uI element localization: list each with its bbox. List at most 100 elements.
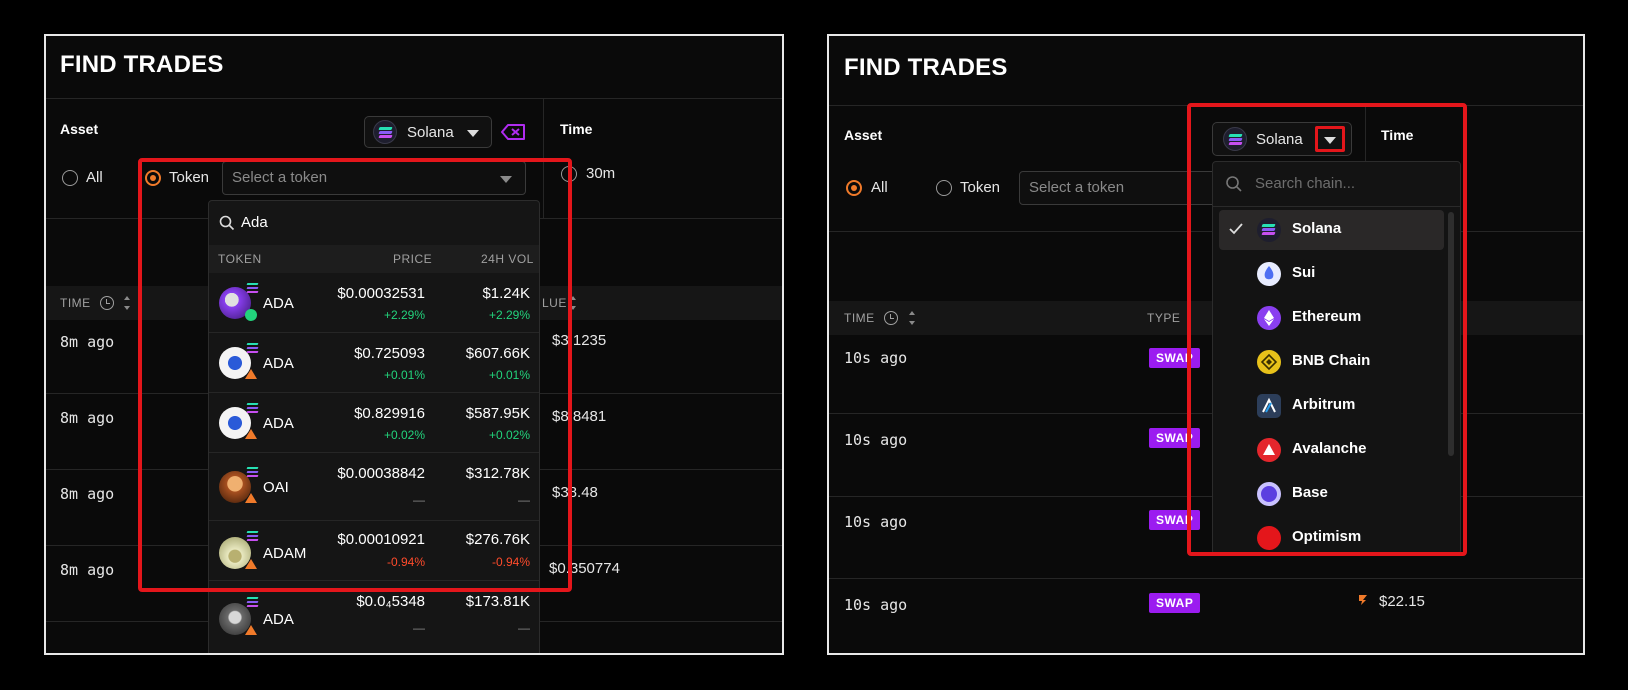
solana-mini-icon bbox=[246, 403, 259, 413]
page-title: FIND TRADES bbox=[844, 54, 1008, 81]
header-value: LUE bbox=[542, 296, 567, 310]
table-header: TIME TYPE bbox=[829, 301, 1583, 335]
arbitrum-icon bbox=[1257, 394, 1281, 418]
chain-select-label: Solana bbox=[1256, 131, 1303, 148]
warning-icon bbox=[245, 369, 257, 379]
divider bbox=[829, 413, 1583, 414]
flame-icon bbox=[1359, 595, 1367, 605]
chain-option-bnb[interactable]: BNB Chain bbox=[1219, 342, 1444, 382]
find-trades-panel-right: FIND TRADES Asset Solana Time All Token … bbox=[827, 34, 1585, 655]
token-row[interactable]: ADA $0.00032531 +2.29% $1.24K +2.29% bbox=[209, 273, 539, 333]
radio-all[interactable] bbox=[846, 180, 862, 196]
clear-icon[interactable] bbox=[501, 123, 527, 141]
find-trades-panel-left: FIND TRADES Asset Solana Time All Token … bbox=[44, 34, 784, 655]
token-name: ADA bbox=[263, 355, 294, 372]
chain-search-input[interactable]: Search chain... bbox=[1255, 175, 1355, 192]
time-label: Time bbox=[1381, 127, 1414, 143]
warning-icon bbox=[245, 493, 257, 503]
check-icon bbox=[1229, 223, 1243, 235]
header-time: TIME bbox=[844, 311, 875, 325]
token-search-input[interactable]: Ada bbox=[241, 214, 268, 231]
token-volume-change: — bbox=[518, 621, 530, 635]
token-row[interactable]: OAI $0.00038842 — $312.78K — bbox=[209, 453, 539, 521]
token-row[interactable]: ADAM $0.00010921 -0.94% $276.76K -0.94% bbox=[209, 521, 539, 581]
row-time: 10s ago bbox=[844, 431, 908, 449]
token-name: ADA bbox=[263, 415, 294, 432]
time-label: Time bbox=[560, 121, 593, 137]
chevron-down-icon[interactable] bbox=[1324, 137, 1336, 144]
token-select[interactable]: Select a token bbox=[222, 161, 526, 195]
token-row[interactable]: ADA $0.829916 +0.02% $587.95K +0.02% bbox=[209, 393, 539, 453]
chain-option-solana[interactable]: Solana bbox=[1219, 210, 1444, 250]
chain-select-button[interactable]: Solana bbox=[364, 116, 492, 148]
token-price: $0.00038842 bbox=[337, 465, 425, 482]
radio-token[interactable] bbox=[145, 170, 161, 186]
scrollbar[interactable] bbox=[1448, 212, 1454, 456]
solana-icon bbox=[373, 120, 397, 144]
token-name: OAI bbox=[263, 479, 289, 496]
row-time: 10s ago bbox=[844, 596, 908, 614]
page-title: FIND TRADES bbox=[60, 51, 224, 78]
chain-select-button[interactable]: Solana bbox=[1212, 122, 1352, 156]
solana-mini-icon bbox=[246, 531, 259, 541]
header-token: TOKEN bbox=[218, 252, 262, 266]
token-volume: $276.76K bbox=[465, 531, 530, 548]
token-name: ADA bbox=[263, 295, 294, 312]
token-select-placeholder: Select a token bbox=[1029, 179, 1125, 196]
divider bbox=[829, 231, 1583, 232]
chain-option-ethereum[interactable]: Ethereum bbox=[1219, 298, 1444, 338]
radio-token-label: Token bbox=[169, 169, 210, 186]
row-value: $22.15 bbox=[1379, 593, 1425, 610]
token-volume: $607.66K bbox=[465, 345, 530, 362]
solana-icon bbox=[1223, 127, 1247, 151]
solana-mini-icon bbox=[246, 467, 259, 477]
header-24h-vol: 24H VOL bbox=[481, 252, 534, 266]
token-price: $0.00010921 bbox=[337, 531, 425, 548]
token-select[interactable]: Select a token bbox=[1019, 171, 1219, 205]
token-price: $0.725093 bbox=[354, 345, 425, 362]
clock-icon bbox=[100, 296, 114, 310]
token-volume: $587.95K bbox=[465, 405, 530, 422]
chain-option-avalanche[interactable]: Avalanche bbox=[1219, 430, 1444, 470]
sort-icon[interactable] bbox=[570, 296, 576, 310]
token-price: $0.829916 bbox=[354, 405, 425, 422]
type-badge: SWAP bbox=[1149, 593, 1201, 613]
row-value: $8.8481 bbox=[552, 408, 607, 425]
chain-option-optimism[interactable]: Optimism bbox=[1219, 518, 1444, 554]
token-price-change: — bbox=[413, 621, 425, 635]
chain-option-sui[interactable]: Sui bbox=[1219, 254, 1444, 294]
warning-icon bbox=[245, 625, 257, 635]
solana-mini-icon bbox=[246, 597, 259, 607]
warning-icon bbox=[245, 559, 257, 569]
token-volume-change: +2.29% bbox=[488, 308, 530, 322]
token-price: $0.00032531 bbox=[337, 285, 425, 302]
row-time: 8m ago bbox=[60, 561, 115, 579]
radio-all-label: All bbox=[86, 169, 103, 186]
token-price-change: -0.94% bbox=[386, 555, 425, 569]
chain-dropdown: Search chain... Solana Sui Ethereum BNB … bbox=[1212, 161, 1461, 555]
chain-option-base[interactable]: Base bbox=[1219, 474, 1444, 514]
sort-icon[interactable] bbox=[909, 311, 915, 325]
row-time: 8m ago bbox=[60, 333, 115, 351]
divider bbox=[829, 496, 1583, 497]
sui-icon bbox=[1257, 262, 1281, 286]
radio-30m[interactable] bbox=[561, 166, 577, 182]
sort-icon[interactable] bbox=[124, 296, 130, 310]
header-price: PRICE bbox=[393, 252, 433, 266]
radio-token[interactable] bbox=[936, 180, 952, 196]
chain-name: BNB Chain bbox=[1292, 352, 1371, 369]
token-row[interactable]: ADA $0.725093 +0.01% $607.66K +0.01% bbox=[209, 333, 539, 393]
token-row[interactable]: ADA $0.0₄5348 — $173.81K — bbox=[209, 581, 539, 653]
row-value: $0.350774 bbox=[549, 560, 620, 577]
chain-option-arbitrum[interactable]: Arbitrum bbox=[1219, 386, 1444, 426]
chain-name: Avalanche bbox=[1292, 440, 1367, 457]
token-name: ADA bbox=[263, 611, 294, 628]
token-volume-change: +0.01% bbox=[488, 368, 530, 382]
chain-name: Solana bbox=[1292, 220, 1342, 237]
solana-icon bbox=[1257, 218, 1281, 242]
radio-all[interactable] bbox=[62, 170, 78, 186]
chain-name: Optimism bbox=[1292, 528, 1362, 545]
header-time: TIME bbox=[60, 296, 91, 310]
optimism-icon bbox=[1257, 526, 1281, 550]
chevron-down-icon bbox=[500, 176, 512, 183]
